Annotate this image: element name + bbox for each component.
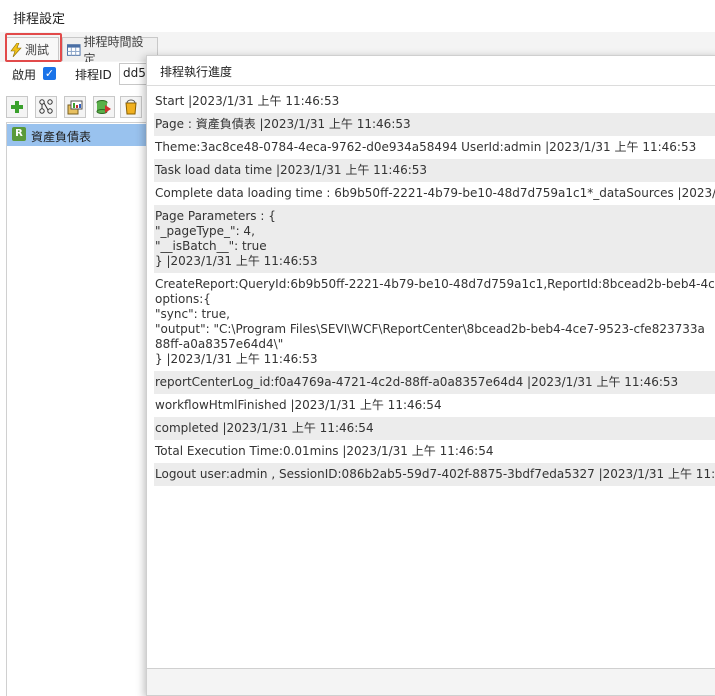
tree-toolbar — [6, 96, 151, 120]
hierarchy-icon — [39, 99, 53, 114]
enable-label: 啟用 — [12, 68, 37, 82]
log-entry: Page : 資產負債表 |2023/1/31 上午 11:46:53 — [154, 113, 715, 136]
dialog-title-bar[interactable]: 排程執行進度 — [147, 56, 715, 86]
add-button[interactable] — [6, 96, 28, 118]
tree-item[interactable]: R 資產負債表 — [7, 124, 147, 146]
database-run-button[interactable] — [93, 96, 115, 118]
log-entry: CreateReport:QueryId:6b9b50ff-2221-4b79-… — [155, 277, 715, 366]
log-entry: Task load data time |2023/1/31 上午 11:46:… — [154, 159, 715, 182]
database-icon — [96, 100, 111, 114]
log-entry: Page Parameters : { "_pageType_": 4, "__… — [154, 205, 715, 273]
log-entry: Start |2023/1/31 上午 11:46:53 — [155, 94, 340, 108]
log-entry: completed |2023/1/31 上午 11:46:54 — [154, 417, 715, 440]
schedule-id-label: 排程ID — [75, 68, 112, 82]
window-title: 排程設定 — [13, 12, 66, 27]
bucket-button[interactable] — [120, 96, 142, 118]
log-entry: Complete data loading time : 6b9b50ff-22… — [155, 186, 715, 200]
report-icon — [67, 100, 83, 115]
dialog-footer — [147, 668, 715, 695]
dialog-title: 排程執行進度 — [160, 65, 233, 79]
hierarchy-button[interactable] — [35, 96, 57, 118]
log-entry: Theme:3ac8ce48-0784-4eca-9762-d0e934a584… — [155, 140, 697, 154]
tree-item-label: 資產負債表 — [31, 130, 92, 144]
report-tree: R 資產負債表 — [6, 122, 147, 696]
progress-log: Start |2023/1/31 上午 11:46:53 Page : 資產負債… — [154, 90, 715, 486]
report-button[interactable] — [64, 96, 86, 118]
bucket-icon — [125, 99, 137, 115]
report-badge-icon: R — [12, 127, 26, 141]
plus-icon — [11, 101, 23, 113]
schedule-progress-dialog: 排程執行進度 Start |2023/1/31 上午 11:46:53 Page… — [146, 55, 715, 696]
log-entry: reportCenterLog_id:f0a4769a-4721-4c2d-88… — [154, 371, 715, 394]
highlight-box — [5, 33, 62, 62]
tab-schedule-time[interactable]: 排程時間設定 — [62, 35, 158, 66]
log-entry: Total Execution Time:0.01mins |2023/1/31… — [155, 444, 494, 458]
calendar-icon — [67, 43, 81, 56]
window-title-bar: 排程設定 — [0, 0, 715, 33]
log-entry: Logout user:admin , SessionID:086b2ab5-5… — [154, 463, 715, 486]
log-entry: workflowHtmlFinished |2023/1/31 上午 11:46… — [155, 398, 442, 412]
enable-checkbox[interactable]: ✓ — [43, 67, 56, 80]
